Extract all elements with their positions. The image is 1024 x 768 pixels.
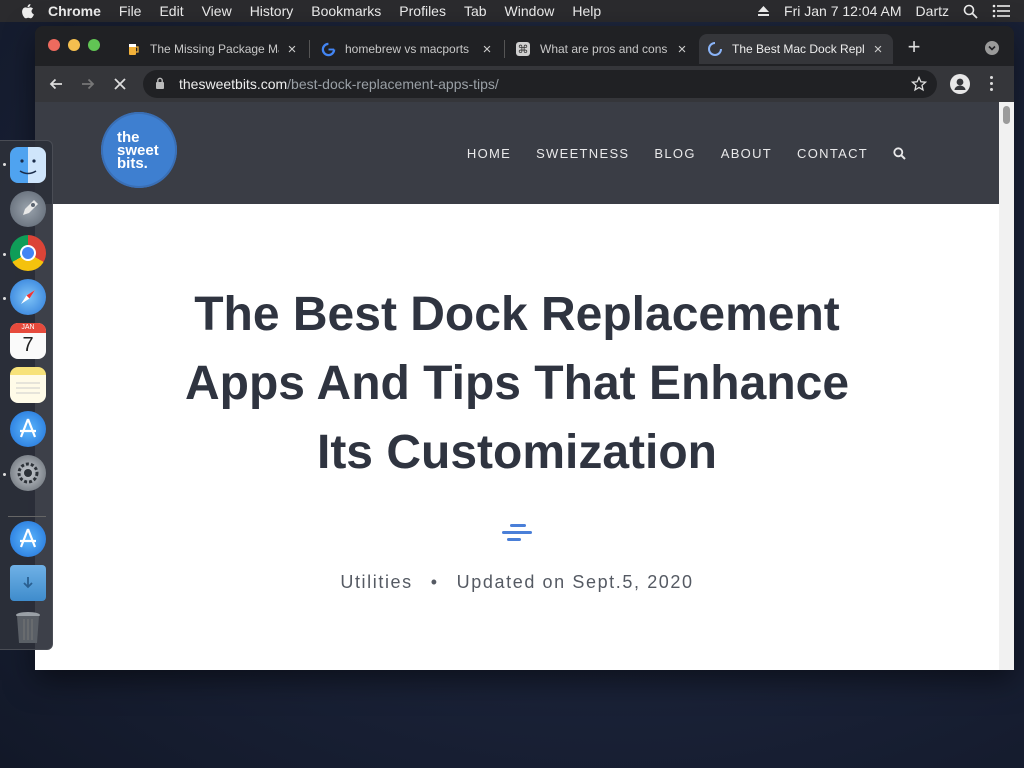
- article-title: The Best Dock Replacement Apps And Tips …: [184, 288, 850, 479]
- tab-separator: [309, 40, 310, 58]
- dock: JAN 7: [0, 140, 53, 650]
- loading-spinner-icon: [707, 41, 723, 57]
- menu-extras: Fri Jan 7 12:04 AM Dartz: [743, 3, 1010, 19]
- notes-icon[interactable]: [10, 367, 46, 403]
- running-indicator: [3, 473, 6, 476]
- notification-center-icon[interactable]: [992, 4, 1010, 18]
- menu-view[interactable]: View: [202, 3, 232, 19]
- tab-homebrew[interactable]: The Missing Package Manager for macOS ×: [117, 34, 307, 64]
- running-indicator: [3, 163, 6, 166]
- calendar-icon[interactable]: JAN 7: [10, 323, 46, 359]
- calendar-month: JAN: [10, 323, 46, 333]
- nav-contact[interactable]: CONTACT: [797, 146, 868, 161]
- menu-tab[interactable]: Tab: [464, 3, 487, 19]
- app-store-icon[interactable]: [10, 521, 46, 557]
- trash-icon[interactable]: [10, 609, 46, 645]
- tab-title: The Missing Package Manager for macOS: [150, 42, 279, 56]
- nav-home[interactable]: HOME: [467, 146, 511, 161]
- menu-bookmarks[interactable]: Bookmarks: [311, 3, 381, 19]
- menu-window[interactable]: Window: [505, 3, 555, 19]
- launchpad-icon[interactable]: [10, 191, 46, 227]
- menu-help[interactable]: Help: [572, 3, 601, 19]
- tab-separator: [504, 40, 505, 58]
- eject-icon[interactable]: [757, 5, 770, 17]
- site-nav: HOME SWEETNESS BLOG ABOUT CONTACT: [442, 146, 906, 161]
- tab-active-sweetbits[interactable]: The Best Mac Dock Replacement ×: [699, 34, 893, 64]
- browser-toolbar: thesweetbits.com/best-dock-replacement-a…: [35, 66, 1014, 102]
- forward-arrow-icon[interactable]: [78, 74, 98, 94]
- site-search-icon[interactable]: [893, 147, 906, 160]
- meta-separator: •: [430, 572, 439, 592]
- address-bar[interactable]: thesweetbits.com/best-dock-replacement-a…: [143, 70, 937, 98]
- homebrew-beer-icon: [125, 41, 141, 57]
- tab-pros-cons[interactable]: ⌘ What are pros and cons ×: [507, 34, 697, 64]
- google-icon: [320, 41, 336, 57]
- calendar-day: 7: [22, 334, 34, 356]
- new-tab-plus-icon[interactable]: +: [903, 36, 925, 58]
- menu-file[interactable]: File: [119, 3, 142, 19]
- apple-icon[interactable]: [20, 3, 36, 19]
- system-preferences-icon[interactable]: [10, 455, 46, 491]
- tab-strip: The Missing Package Manager for macOS × …: [35, 26, 1014, 66]
- downloads-folder-icon[interactable]: [10, 565, 46, 601]
- bookmark-star-icon[interactable]: [910, 75, 928, 95]
- menu-profiles[interactable]: Profiles: [399, 3, 446, 19]
- url-host: thesweetbits.com: [179, 76, 288, 92]
- command-key-icon: ⌘: [515, 41, 531, 57]
- app-store-icon[interactable]: [10, 411, 46, 447]
- running-indicator: [3, 253, 6, 256]
- tab-title: homebrew vs macports: [345, 42, 470, 56]
- tab-close-icon[interactable]: ×: [871, 41, 885, 58]
- zoom-window-button[interactable]: [88, 39, 100, 51]
- lock-icon[interactable]: [155, 76, 167, 92]
- tab-google-search[interactable]: homebrew vs macports ×: [312, 34, 502, 64]
- running-indicator: [3, 297, 6, 300]
- finder-icon[interactable]: [10, 147, 46, 183]
- browser-window: The Missing Package Manager for macOS × …: [35, 26, 1014, 670]
- web-page: the sweet bits. HOME SWEETNESS BLOG ABOU…: [35, 102, 1014, 670]
- minimize-window-button[interactable]: [68, 39, 80, 51]
- tab-close-icon[interactable]: ×: [675, 41, 689, 58]
- tab-title: What are pros and cons: [540, 42, 668, 56]
- menu-history[interactable]: History: [250, 3, 294, 19]
- title-divider-icon: [501, 522, 533, 544]
- menu-app-chrome[interactable]: Chrome: [48, 3, 101, 19]
- url-path: /best-dock-replacement-apps-tips/: [287, 76, 499, 92]
- tab-close-icon[interactable]: ×: [285, 41, 299, 58]
- tab-title: The Best Mac Dock Replacement: [732, 42, 865, 56]
- tab-close-icon[interactable]: ×: [480, 41, 494, 58]
- chrome-icon[interactable]: [10, 235, 46, 271]
- article-updated-date: Updated on Sept.5, 2020: [456, 572, 694, 592]
- browser-menu-icon[interactable]: [990, 76, 994, 94]
- menu-edit[interactable]: Edit: [159, 3, 183, 19]
- scrollbar-thumb[interactable]: [1003, 106, 1010, 124]
- article-category[interactable]: Utilities: [340, 572, 412, 592]
- clock[interactable]: Fri Jan 7 12:04 AM: [784, 3, 902, 19]
- page-scrollbar[interactable]: [999, 102, 1014, 670]
- tab-search-chevron-icon[interactable]: [985, 41, 999, 55]
- safari-icon[interactable]: [10, 279, 46, 315]
- profile-avatar-icon[interactable]: [950, 74, 970, 94]
- user-name[interactable]: Dartz: [916, 3, 949, 19]
- logo-line: bits.: [117, 154, 148, 172]
- nav-about[interactable]: ABOUT: [721, 146, 772, 161]
- close-window-button[interactable]: [48, 39, 60, 51]
- article-meta: Utilities • Updated on Sept.5, 2020: [35, 572, 999, 593]
- dock-separator: [8, 516, 46, 517]
- nav-sweetness[interactable]: SWEETNESS: [536, 146, 629, 161]
- svg-text:⌘: ⌘: [518, 43, 529, 56]
- site-header: the sweet bits. HOME SWEETNESS BLOG ABOU…: [35, 102, 999, 204]
- back-arrow-icon[interactable]: [46, 74, 66, 94]
- nav-blog[interactable]: BLOG: [654, 146, 695, 161]
- menu-bar: Chrome File Edit View History Bookmarks …: [0, 0, 1024, 22]
- spotlight-icon[interactable]: [963, 4, 978, 19]
- site-logo[interactable]: the sweet bits.: [101, 112, 177, 188]
- stop-loading-icon[interactable]: [110, 74, 130, 94]
